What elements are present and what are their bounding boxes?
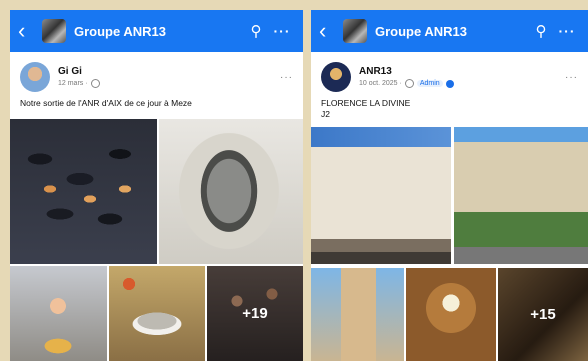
photo-mussels[interactable] [10, 119, 157, 264]
more-photos-count[interactable]: +15 [498, 268, 588, 361]
group-name[interactable]: Groupe ANR13 [74, 24, 243, 39]
globe-icon [90, 79, 100, 88]
back-arrow-icon[interactable]: ‹ [18, 20, 36, 42]
photo-oyster-plate[interactable] [109, 266, 205, 361]
photo-church-facade[interactable] [311, 127, 451, 264]
photo-tower[interactable] [311, 268, 404, 361]
post-more-icon[interactable]: ··· [280, 72, 293, 83]
post-text-line: FLORENCE LA DIVINE [321, 98, 411, 108]
photo-church-interior[interactable]: +15 [498, 268, 588, 361]
photo-oyster[interactable] [159, 119, 303, 264]
avatar[interactable] [321, 62, 351, 92]
search-icon[interactable]: ⚲ [528, 22, 554, 40]
post-author[interactable]: ANR13 [359, 66, 565, 77]
more-photos-count[interactable]: +19 [207, 266, 303, 361]
post-header: ANR13 10 oct. 2025 · Admin ··· [311, 52, 588, 96]
group-thumbnail[interactable] [42, 19, 66, 43]
group-header: ‹ Groupe ANR13 ⚲ ··· [311, 10, 588, 52]
admin-shield-icon [445, 79, 454, 88]
photo-child-eating[interactable] [10, 266, 107, 361]
post-text: Notre sortie de l'ANR d'AIX de ce jour à… [20, 98, 192, 108]
photo-group-lunch[interactable]: +19 [207, 266, 303, 361]
photo-dome-ceiling[interactable] [406, 268, 496, 361]
back-arrow-icon[interactable]: ‹ [319, 20, 337, 42]
more-icon[interactable]: ··· [269, 23, 295, 39]
group-name[interactable]: Groupe ANR13 [375, 24, 528, 39]
avatar[interactable] [20, 62, 50, 92]
post-author[interactable]: Gi Gi [58, 66, 280, 77]
post-more-icon[interactable]: ··· [565, 72, 578, 83]
post-text: FLORENCE LA DIVINE J2 [311, 96, 588, 122]
post-text-line: J2 [321, 109, 330, 119]
globe-icon [404, 79, 414, 88]
post-date[interactable]: 12 mars · [58, 80, 88, 87]
phone-screen-2: ‹ Groupe ANR13 ⚲ ··· ANR13 10 oct. 2025 … [311, 10, 588, 361]
post-date[interactable]: 10 oct. 2025 · [359, 80, 402, 87]
phone-screen-1: ‹ Groupe ANR13 ⚲ ··· Gi Gi 12 mars · ···… [10, 10, 303, 361]
group-thumbnail[interactable] [343, 19, 367, 43]
more-icon[interactable]: ··· [554, 23, 580, 39]
photo-city-square[interactable] [454, 127, 588, 264]
post-header: Gi Gi 12 mars · ··· [10, 52, 303, 96]
group-header: ‹ Groupe ANR13 ⚲ ··· [10, 10, 303, 52]
admin-badge: Admin [416, 80, 443, 87]
search-icon[interactable]: ⚲ [243, 22, 269, 40]
